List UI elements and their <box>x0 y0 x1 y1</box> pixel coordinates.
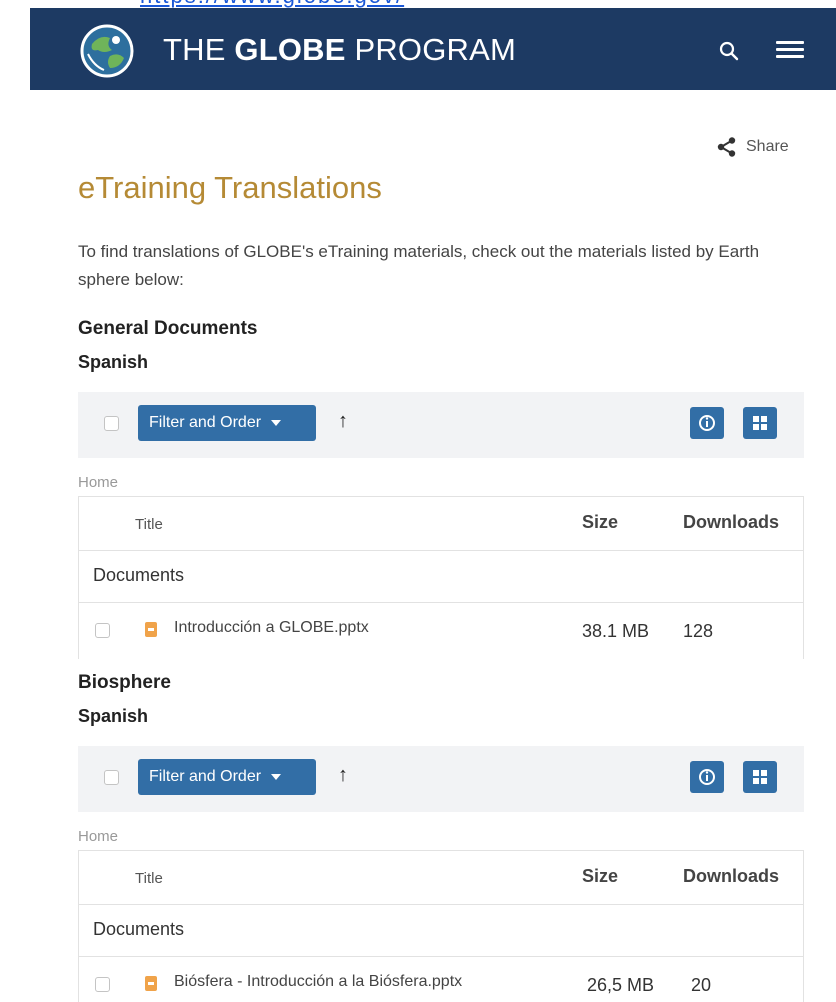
sort-arrow-icon[interactable]: ↑ <box>338 764 348 787</box>
page-intro: To find translations of GLOBE's eTrainin… <box>78 242 760 289</box>
file-table: Title Size Downloads Documents Biósfera … <box>78 850 804 1002</box>
file-toolbar: Filter and Order ↑ <box>78 746 804 812</box>
table-header: Title Size Downloads <box>79 497 803 551</box>
page-title: eTraining Translations <box>78 170 382 205</box>
file-size: 38.1 MB <box>582 621 650 641</box>
section-language: Spanish <box>78 706 149 726</box>
breadcrumb[interactable]: Home <box>78 458 804 496</box>
table-row[interactable]: Biósfera - Introducción a la Biósfera.pp… <box>79 957 803 1002</box>
folder-row[interactable]: Documents <box>79 551 803 603</box>
column-size[interactable]: Size <box>582 866 618 887</box>
select-all-checkbox[interactable] <box>104 770 119 785</box>
filter-order-button[interactable]: Filter and Order <box>138 405 316 441</box>
section-title: Biosphere <box>78 672 171 693</box>
caret-down-icon <box>271 419 282 426</box>
row-checkbox[interactable] <box>95 977 110 992</box>
filter-order-button[interactable]: Filter and Order <box>138 759 316 795</box>
file-name-link[interactable]: Biósfera - Introducción a la Biósfera.pp… <box>174 973 462 991</box>
hamburger-menu-icon[interactable] <box>776 41 804 63</box>
grid-view-button[interactable] <box>743 761 777 793</box>
file-downloads: 20 <box>691 975 712 995</box>
section-language: Spanish <box>78 352 149 372</box>
file-downloads: 128 <box>683 621 714 641</box>
share-label: Share <box>746 138 789 155</box>
select-all-checkbox[interactable] <box>104 416 119 431</box>
table-row[interactable]: Introducción a GLOBE.pptx 38.1 MB 128 <box>79 603 803 659</box>
grid-icon <box>753 770 767 784</box>
site-brand-name[interactable]: THE GLOBE PROGRAM <box>163 32 516 68</box>
column-title[interactable]: Title <box>135 516 163 533</box>
column-title[interactable]: Title <box>135 870 163 887</box>
file-name-link[interactable]: Introducción a GLOBE.pptx <box>174 619 369 637</box>
info-button[interactable] <box>690 407 724 439</box>
column-downloads[interactable]: Downloads <box>683 512 779 533</box>
caret-down-icon <box>271 773 282 780</box>
info-icon <box>699 415 715 431</box>
section-general-documents: General Documents Spanish Filter and Ord… <box>78 314 804 659</box>
globe-logo-icon[interactable] <box>80 24 134 78</box>
sort-arrow-icon[interactable]: ↑ <box>338 410 348 433</box>
breadcrumb[interactable]: Home <box>78 812 804 850</box>
file-toolbar: Filter and Order ↑ <box>78 392 804 458</box>
section-biosphere: Biosphere Spanish Filter and Order ↑ Hom… <box>78 668 804 1002</box>
column-downloads[interactable]: Downloads <box>683 866 779 887</box>
file-table: Title Size Downloads Documents Introducc… <box>78 496 804 659</box>
site-header: THE GLOBE PROGRAM <box>30 8 836 90</box>
section-title: General Documents <box>78 318 258 339</box>
url-link-fragment[interactable]: https://www.globe.gov/ <box>140 0 620 8</box>
folder-name: Documents <box>93 565 185 585</box>
info-icon <box>699 769 715 785</box>
folder-row[interactable]: Documents <box>79 905 803 957</box>
grid-view-button[interactable] <box>743 407 777 439</box>
row-checkbox[interactable] <box>95 623 110 638</box>
grid-icon <box>753 416 767 430</box>
info-button[interactable] <box>690 761 724 793</box>
column-size[interactable]: Size <box>582 512 618 533</box>
pptx-file-icon <box>145 976 157 991</box>
share-icon <box>717 137 736 157</box>
table-header: Title Size Downloads <box>79 851 803 905</box>
folder-name: Documents <box>93 919 185 939</box>
file-size: 26,5 MB <box>587 975 655 995</box>
search-icon[interactable] <box>718 40 740 62</box>
pptx-file-icon <box>145 622 157 637</box>
share-button[interactable]: Share <box>716 136 789 158</box>
